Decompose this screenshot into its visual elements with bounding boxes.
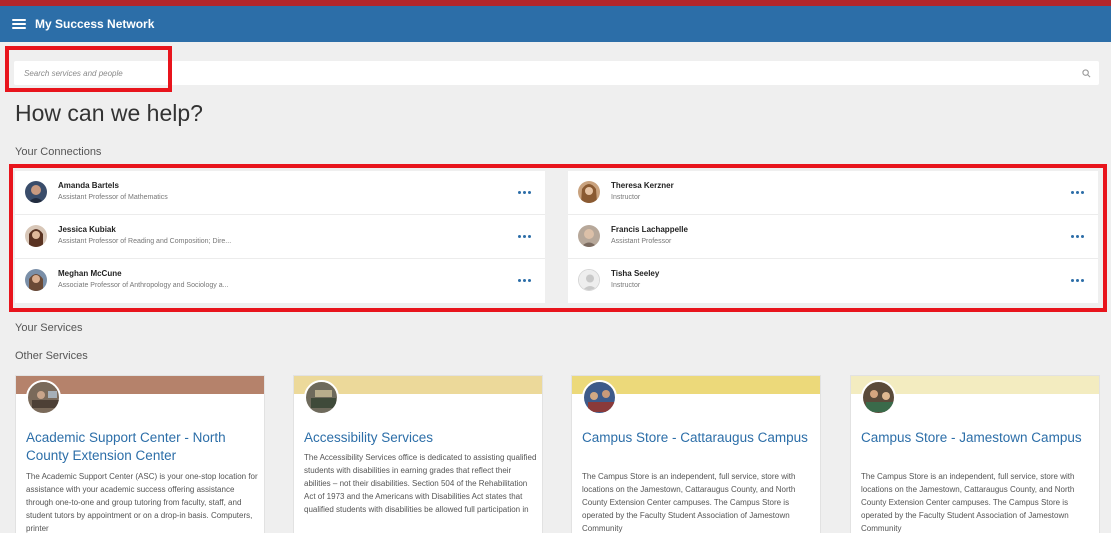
more-options-icon[interactable]	[1071, 277, 1084, 283]
connection-role: Instructor	[611, 282, 641, 289]
service-card[interactable]: Academic Support Center - North County E…	[15, 375, 265, 533]
avatar	[25, 269, 47, 291]
avatar	[25, 225, 47, 247]
connection-role: Assistant Professor	[611, 238, 672, 245]
avatar	[578, 181, 600, 203]
service-title[interactable]: Accessibility Services	[304, 429, 539, 447]
connection-row[interactable]: Meghan McCune Associate Professor of Ant…	[15, 259, 545, 303]
service-description: The Academic Support Center (ASC) is you…	[26, 472, 258, 533]
service-card[interactable]: Campus Store - Jamestown Campus The Camp…	[850, 375, 1100, 533]
more-options-icon[interactable]	[1071, 233, 1084, 239]
your-services-heading: Your Services	[15, 322, 83, 334]
connection-row[interactable]: Amanda Bartels Assistant Professor of Ma…	[15, 171, 545, 215]
search-input[interactable]	[14, 61, 1074, 85]
service-description: The Accessibility Services office is ded…	[304, 453, 537, 514]
service-description: The Campus Store is an independent, full…	[861, 472, 1075, 533]
connection-name[interactable]: Amanda Bartels	[58, 181, 119, 190]
connection-role: Instructor	[611, 194, 641, 201]
service-card[interactable]: Accessibility Services The Accessibility…	[293, 375, 543, 533]
more-options-icon[interactable]	[518, 189, 531, 195]
service-photo-icon	[582, 380, 617, 415]
avatar	[578, 225, 600, 247]
app-title: My Success Network	[35, 17, 155, 31]
connections-heading: Your Connections	[15, 146, 102, 158]
page-title: How can we help?	[15, 100, 203, 126]
avatar	[578, 269, 600, 291]
service-title[interactable]: Academic Support Center - North County E…	[26, 429, 261, 465]
connection-role: Assistant Professor of Mathematics	[58, 194, 168, 201]
service-title[interactable]: Campus Store - Jamestown Campus	[861, 429, 1096, 447]
service-photo-icon	[26, 380, 61, 415]
connection-name[interactable]: Jessica Kubiak	[58, 225, 116, 234]
connection-role: Associate Professor of Anthropology and …	[58, 282, 229, 289]
connection-row[interactable]: Jessica Kubiak Assistant Professor of Re…	[15, 215, 545, 259]
search-icon[interactable]	[1082, 69, 1091, 78]
connection-name[interactable]: Francis Lachappelle	[611, 225, 688, 234]
menu-icon[interactable]	[12, 19, 26, 29]
connection-name[interactable]: Tisha Seeley	[611, 269, 659, 278]
avatar	[25, 181, 47, 203]
more-options-icon[interactable]	[518, 233, 531, 239]
other-services-heading: Other Services	[15, 350, 88, 362]
top-app-bar: My Success Network	[0, 6, 1111, 42]
connections-column-left: Amanda Bartels Assistant Professor of Ma…	[15, 171, 545, 303]
connection-row[interactable]: Tisha Seeley Instructor	[568, 259, 1098, 303]
more-options-icon[interactable]	[518, 277, 531, 283]
service-photo-icon	[861, 380, 896, 415]
connection-name[interactable]: Meghan McCune	[58, 269, 122, 278]
service-title[interactable]: Campus Store - Cattaraugus Campus	[582, 429, 817, 447]
connections-column-right: Theresa Kerzner Instructor Francis Lacha…	[568, 171, 1098, 303]
connection-row[interactable]: Francis Lachappelle Assistant Professor	[568, 215, 1098, 259]
connection-name[interactable]: Theresa Kerzner	[611, 181, 674, 190]
connection-row[interactable]: Theresa Kerzner Instructor	[568, 171, 1098, 215]
service-card[interactable]: Campus Store - Cattaraugus Campus The Ca…	[571, 375, 821, 533]
search-bar	[14, 61, 1099, 85]
more-options-icon[interactable]	[1071, 189, 1084, 195]
service-description: The Campus Store is an independent, full…	[582, 472, 796, 533]
connection-role: Assistant Professor of Reading and Compo…	[58, 238, 232, 245]
service-photo-icon	[304, 380, 339, 415]
